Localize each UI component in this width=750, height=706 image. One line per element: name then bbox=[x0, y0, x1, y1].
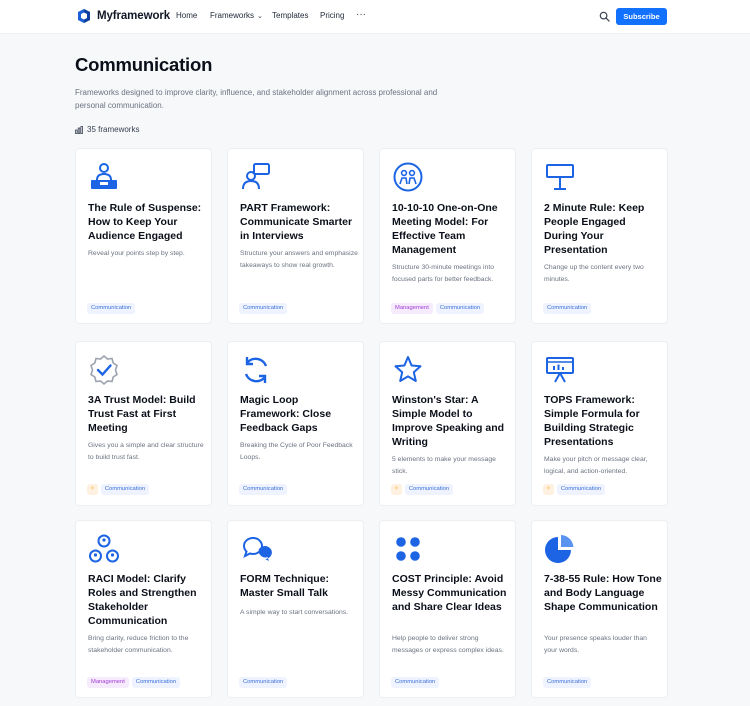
four-dots-grid-icon bbox=[396, 537, 420, 561]
framework-card[interactable]: The Rule of Suspense: How to Keep Your A… bbox=[75, 148, 212, 324]
card-title[interactable]: Winston's Star: A Simple Model to Improv… bbox=[392, 393, 510, 449]
brand-name[interactable]: Myframework bbox=[97, 10, 170, 22]
page-title: Communication bbox=[75, 54, 213, 75]
nav-templates-label: Templates bbox=[272, 11, 309, 20]
featured-sparkle-icon: ✧ bbox=[543, 484, 554, 495]
interview-person-speech-icon bbox=[242, 163, 270, 190]
featured-sparkle-icon: ✧ bbox=[391, 484, 402, 495]
framework-card[interactable]: FORM Technique: Master Small Talk A simp… bbox=[227, 520, 364, 698]
framework-card[interactable]: Magic Loop Framework: Close Feedback Gap… bbox=[227, 341, 364, 506]
top-navigation-bar: Myframework Home Frameworks ⌄ Templates P… bbox=[0, 0, 750, 34]
card-description: Bring clarity, reduce friction to the st… bbox=[88, 635, 189, 654]
card-title[interactable]: RACI Model: Clarify Roles and Strengthen… bbox=[88, 572, 206, 628]
card-description: Reveal your points step by step. bbox=[88, 250, 185, 257]
framework-card[interactable]: RACI Model: Clarify Roles and Strengthen… bbox=[75, 520, 212, 698]
card-title[interactable]: 3A Trust Model: Build Trust Fast at Firs… bbox=[88, 393, 206, 435]
featured-sparkle-icon: ✧ bbox=[87, 484, 98, 495]
card-title[interactable]: 7-38-55 Rule: How Tone and Body Language… bbox=[544, 572, 662, 614]
presenter-at-podium-icon bbox=[91, 163, 117, 189]
card-description: Your presence speaks louder than your wo… bbox=[544, 635, 647, 654]
card-description: 5 elements to make your message stick. bbox=[392, 456, 496, 475]
framework-card[interactable]: 2 Minute Rule: Keep People Engaged Durin… bbox=[531, 148, 668, 324]
card-title[interactable]: 2 Minute Rule: Keep People Engaged Durin… bbox=[544, 201, 662, 257]
star-outline-icon bbox=[394, 356, 422, 382]
card-tags: ✧ Communication bbox=[87, 484, 150, 495]
tag-communication[interactable]: Communication bbox=[239, 303, 288, 314]
card-tags: Communication bbox=[543, 303, 592, 314]
nav-pricing-label: Pricing bbox=[320, 11, 345, 20]
nav-home[interactable]: Home bbox=[176, 11, 197, 20]
nav-pricing[interactable]: Pricing bbox=[320, 11, 344, 20]
card-description: Make your pitch or message clear, logica… bbox=[544, 456, 648, 475]
card-description: Breaking the Cycle of Poor Feedback Loop… bbox=[240, 442, 353, 461]
card-tags: Communication bbox=[391, 677, 440, 688]
tag-communication[interactable]: Communication bbox=[543, 677, 592, 688]
tag-communication[interactable]: Communication bbox=[391, 677, 440, 688]
card-title[interactable]: 10-10-10 One-on-One Meeting Model: For E… bbox=[392, 201, 510, 257]
card-title[interactable]: Magic Loop Framework: Close Feedback Gap… bbox=[240, 393, 358, 435]
more-menu-icon[interactable]: ··· bbox=[356, 9, 366, 20]
card-description: Structure 30-minute meetings into focuse… bbox=[392, 264, 495, 283]
nav-templates[interactable]: Templates bbox=[272, 11, 308, 20]
tag-management[interactable]: Management bbox=[391, 303, 433, 314]
podium-lamp-icon bbox=[546, 164, 574, 190]
card-tags: Communication bbox=[543, 677, 592, 688]
card-tags: Communication bbox=[87, 303, 136, 314]
tag-management[interactable]: Management bbox=[87, 677, 129, 688]
card-description: Structure your answers and emphasize tak… bbox=[240, 250, 358, 269]
framework-card[interactable]: COST Principle: Avoid Messy Communicatio… bbox=[379, 520, 516, 698]
tag-communication[interactable]: Communication bbox=[239, 484, 288, 495]
card-description: A simple way to start conversations. bbox=[240, 609, 349, 616]
card-tags: Communication bbox=[239, 677, 288, 688]
card-title[interactable]: The Rule of Suspense: How to Keep Your A… bbox=[88, 201, 206, 243]
card-tags: ✧ Communication bbox=[391, 484, 454, 495]
one-on-one-meeting-icon bbox=[393, 162, 423, 192]
tag-communication[interactable]: Communication bbox=[543, 303, 592, 314]
framework-card[interactable]: PART Framework: Communicate Smarter in I… bbox=[227, 148, 364, 324]
card-title[interactable]: COST Principle: Avoid Messy Communicatio… bbox=[392, 572, 510, 614]
tag-communication[interactable]: Communication bbox=[131, 677, 181, 688]
subscribe-button[interactable]: Subscribe bbox=[616, 8, 667, 25]
card-description: Help people to deliver strong messages o… bbox=[392, 635, 504, 654]
framework-card[interactable]: 7-38-55 Rule: How Tone and Body Language… bbox=[531, 520, 668, 698]
tag-communication[interactable]: Communication bbox=[239, 677, 288, 688]
framework-count-label: 35 frameworks bbox=[87, 125, 140, 134]
tag-communication[interactable]: Communication bbox=[100, 484, 150, 495]
framework-card[interactable]: Winston's Star: A Simple Model to Improv… bbox=[379, 341, 516, 506]
tag-communication[interactable]: Communication bbox=[87, 303, 136, 314]
bar-chart-icon bbox=[75, 125, 83, 134]
pie-chart-icon bbox=[545, 535, 574, 563]
nav-frameworks-label: Frameworks bbox=[210, 11, 255, 20]
card-tags: Communication bbox=[239, 303, 288, 314]
brand-logo-icon[interactable] bbox=[76, 8, 92, 24]
framework-card[interactable]: 3A Trust Model: Build Trust Fast at Firs… bbox=[75, 341, 212, 506]
card-tags: Management Communication bbox=[391, 303, 485, 314]
search-icon[interactable] bbox=[599, 11, 610, 22]
nav-home-label: Home bbox=[176, 11, 198, 20]
presentation-board-icon bbox=[546, 357, 574, 383]
verified-badge-icon bbox=[90, 354, 118, 386]
framework-count: 35 frameworks bbox=[75, 125, 139, 134]
framework-card[interactable]: TOPS Framework: Simple Formula for Build… bbox=[531, 341, 668, 506]
card-tags: Communication bbox=[239, 484, 288, 495]
card-title[interactable]: FORM Technique: Master Small Talk bbox=[240, 572, 358, 600]
framework-card[interactable]: 10-10-10 One-on-One Meeting Model: For E… bbox=[379, 148, 516, 324]
card-tags: Management Communication bbox=[87, 677, 181, 688]
card-tags: ✧ Communication bbox=[543, 484, 606, 495]
feedback-loop-icon bbox=[244, 357, 268, 383]
chevron-down-icon: ⌄ bbox=[257, 12, 263, 20]
chat-bubbles-icon bbox=[242, 536, 272, 561]
card-title[interactable]: PART Framework: Communicate Smarter in I… bbox=[240, 201, 358, 243]
tag-communication[interactable]: Communication bbox=[435, 303, 485, 314]
card-description: Gives you a simple and clear structure t… bbox=[88, 442, 204, 461]
tag-communication[interactable]: Communication bbox=[556, 484, 606, 495]
nav-frameworks[interactable]: Frameworks ⌄ bbox=[210, 11, 263, 20]
tag-communication[interactable]: Communication bbox=[404, 484, 454, 495]
card-title[interactable]: TOPS Framework: Simple Formula for Build… bbox=[544, 393, 662, 449]
page-description: Frameworks designed to improve clarity, … bbox=[75, 88, 438, 110]
team-roles-icon bbox=[89, 534, 119, 563]
card-description: Change up the content every two minutes. bbox=[544, 264, 644, 283]
